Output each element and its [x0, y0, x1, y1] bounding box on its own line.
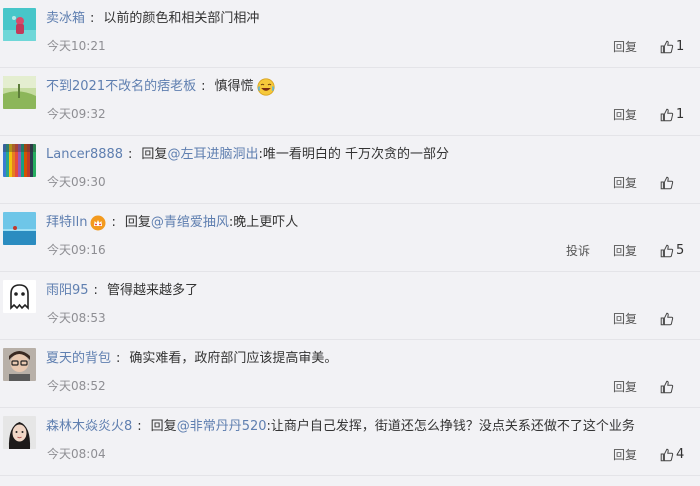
reply-button[interactable]: 回复: [613, 38, 637, 56]
like-button[interactable]: [660, 380, 700, 394]
comment-time: 今天08:04: [47, 447, 106, 461]
comment-line: Lancer8888: 回复 @左耳进脑洞出:唯一看明白的 千万次贪的一部分: [46, 145, 449, 165]
comment-username[interactable]: Lancer8888: [46, 145, 123, 165]
like-count: 4: [676, 447, 685, 462]
avatar[interactable]: [3, 348, 36, 381]
comment-item: 夏天的背包: 确实难看，政府部门应该提高审美。今天08:52 回复: [0, 340, 700, 408]
like-button[interactable]: [660, 312, 700, 326]
thumbs-up-icon: [660, 40, 674, 54]
avatar[interactable]: [3, 76, 36, 109]
comment-item: 卖冰箱: 以前的颜色和相关部门相冲今天10:21 回复 1: [0, 0, 700, 68]
comment-time: 今天08:52: [47, 379, 106, 393]
comment-item: 森林木焱炎火8: 回复 @非常丹丹520:让商户自己发挥，街道还怎么挣钱？没点关系还…: [0, 408, 700, 476]
comment-text: 以前的颜色和相关部门相冲: [103, 11, 260, 26]
vip-crown-icon: [90, 215, 106, 231]
comment-line: 森林木焱炎火8: 回复 @非常丹丹520:让商户自己发挥，街道还怎么挣钱？没点关系还…: [46, 417, 635, 437]
thumbs-up-icon: [660, 380, 674, 394]
like-button[interactable]: 5: [660, 242, 700, 260]
avatar[interactable]: [3, 8, 36, 41]
avatar[interactable]: [3, 212, 36, 245]
comment-username[interactable]: 夏天的背包: [46, 349, 111, 369]
comment-time: 今天10:21: [47, 39, 106, 53]
avatar[interactable]: [3, 280, 36, 313]
thumbs-up-icon: [660, 448, 674, 462]
username-colon: :: [128, 147, 133, 162]
comment-actions: 回复 4: [613, 446, 700, 464]
reply-button[interactable]: 回复: [613, 242, 637, 260]
like-button[interactable]: [660, 176, 700, 190]
username-colon: :: [201, 79, 206, 94]
comment-username[interactable]: 不到2021不改名的痞老板: [46, 77, 196, 97]
comment-text: 慎得慌: [214, 79, 254, 94]
reply-button[interactable]: 回复: [613, 446, 637, 464]
comment-item: 不到2021不改名的痞老板: 慎得慌今天09:32 回复 1: [0, 68, 700, 136]
avatar[interactable]: [3, 416, 36, 449]
reply-button[interactable]: 回复: [613, 378, 637, 396]
comment-username[interactable]: 雨阳95: [46, 281, 89, 301]
comment-username[interactable]: 拜特lln: [46, 213, 87, 233]
comment-text: 管得越来越多了: [106, 283, 198, 298]
comment-line: 卖冰箱: 以前的颜色和相关部门相冲: [46, 9, 259, 29]
comment-list: 卖冰箱: 以前的颜色和相关部门相冲 今天10:21 回复 1 不到2021不改名的痞老板:…: [0, 0, 700, 486]
username-colon: :: [137, 419, 142, 434]
reply-button[interactable]: 回复: [613, 310, 637, 328]
like-count: 1: [676, 107, 685, 122]
comment-line: 拜特lln: 回复 @青绾爱抽风:晚上更吓人: [46, 213, 298, 233]
laughing-emoji-icon: [256, 78, 275, 96]
comment-actions: 回复: [613, 310, 700, 328]
thumbs-up-icon: [660, 176, 674, 190]
comment-item: 雨阳95: 管得越来越多了 今天08:53 回复: [0, 272, 700, 340]
thumbs-up-icon: [660, 108, 674, 122]
comment-actions: 回复: [613, 174, 700, 192]
comment-time: 今天09:30: [47, 175, 106, 189]
comment-actions: 回复 1: [613, 38, 700, 56]
reply-prefix: 回复: [124, 215, 151, 230]
username-colon: :: [90, 11, 95, 26]
like-button[interactable]: 4: [660, 446, 700, 464]
like-count: 1: [676, 39, 685, 54]
comment-username[interactable]: 森林木焱炎火8: [46, 417, 132, 437]
comment-actions: 回复: [613, 378, 700, 396]
username-colon: :: [116, 351, 121, 366]
like-button[interactable]: 1: [660, 106, 700, 124]
avatar[interactable]: [3, 144, 36, 177]
username-colon: :: [111, 215, 116, 230]
comment-actions: 回复 1: [613, 106, 700, 124]
username-colon: :: [93, 283, 98, 298]
reply-prefix: 回复: [150, 419, 177, 434]
comment-time: 今天09:32: [47, 107, 106, 121]
comment-item: Lancer8888: 回复 @左耳进脑洞出:唯一看明白的 千万次贪的一部分 今天09…: [0, 136, 700, 204]
comment-text: 确实难看，政府部门应该提高审美。: [129, 351, 338, 366]
reply-button[interactable]: 回复: [613, 174, 637, 192]
like-button[interactable]: 1: [660, 38, 700, 56]
comment-time: 今天09:16: [47, 243, 106, 257]
comment-line: 夏天的背包: 确实难看，政府部门应该提高审美。: [46, 349, 337, 369]
report-button[interactable]: 投诉: [566, 242, 590, 260]
comment-text: :唯一看明白的 千万次贪的一部分: [258, 147, 449, 162]
comment-line: 雨阳95: 管得越来越多了: [46, 281, 198, 301]
thumbs-up-icon: [660, 312, 674, 326]
thumbs-up-icon: [660, 244, 674, 258]
mention-link[interactable]: @非常丹丹520: [177, 417, 267, 437]
comment-username[interactable]: 卖冰箱: [46, 9, 85, 29]
comment-item: 拜特lln: 回复 @青绾爱抽风:晚上更吓人 今天09:16 投诉 回复 5: [0, 204, 700, 272]
comment-text: :让商户自己发挥，街道还怎么挣钱？没点关系还做不了这个业务: [266, 419, 635, 434]
comment-line: 不到2021不改名的痞老板: 慎得慌: [46, 77, 275, 97]
comment-actions: 投诉 回复 5: [566, 242, 700, 260]
comment-text: :晚上更吓人: [228, 215, 299, 230]
mention-link[interactable]: @左耳进脑洞出: [167, 145, 258, 165]
comment-time: 今天08:53: [47, 311, 106, 325]
reply-prefix: 回复: [141, 147, 168, 162]
like-count: 5: [676, 243, 685, 258]
reply-button[interactable]: 回复: [613, 106, 637, 124]
mention-link[interactable]: @青绾爱抽风: [151, 213, 229, 233]
